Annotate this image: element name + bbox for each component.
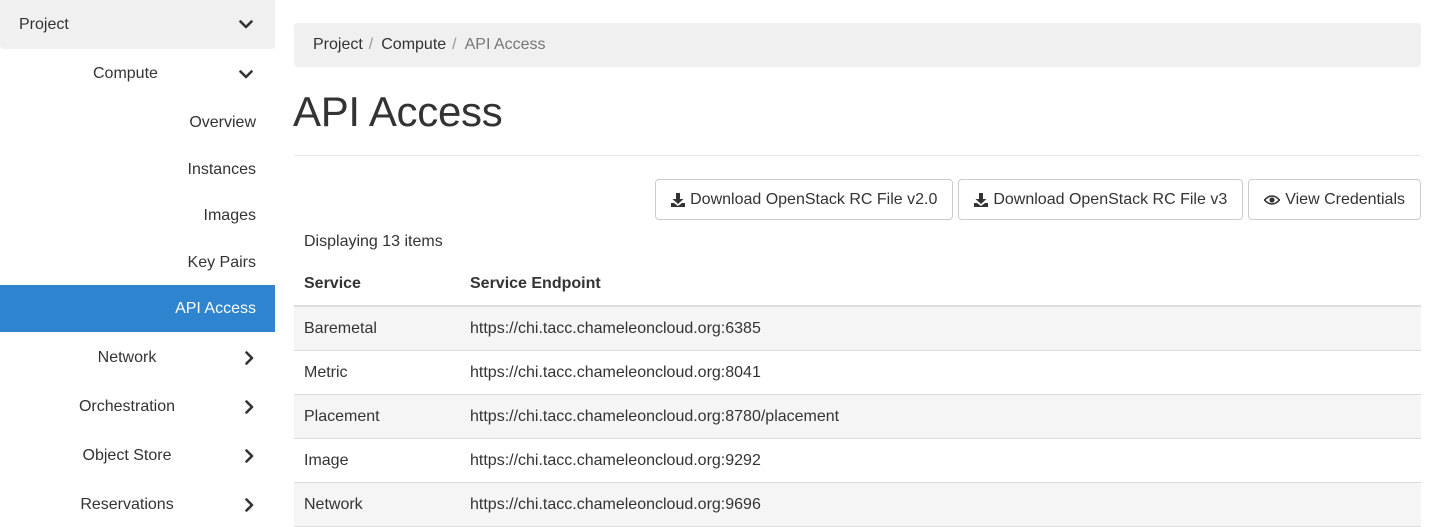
sidebar-item-orchestration[interactable]: Orchestration xyxy=(0,382,275,431)
table-row: Network https://chi.tacc.chameleoncloud.… xyxy=(294,483,1421,527)
sidebar-item-compute[interactable]: Compute xyxy=(0,49,275,99)
service-cell: Network xyxy=(304,495,363,513)
page-title: API Access xyxy=(293,88,503,135)
button-label: Download OpenStack RC File v3 xyxy=(993,190,1228,208)
endpoints-table: Service Service Endpoint Baremetal https… xyxy=(294,263,1421,527)
sidebar: Project Compute Overview Instances Image… xyxy=(0,0,275,527)
endpoint-cell: https://chi.tacc.chameleoncloud.org:9696 xyxy=(470,495,761,513)
chevron-right-icon xyxy=(241,350,257,366)
column-header-endpoint: Service Endpoint xyxy=(470,275,601,292)
sidebar-item-instances[interactable]: Instances xyxy=(0,146,275,193)
service-cell: Metric xyxy=(304,363,348,381)
eye-icon xyxy=(1264,194,1281,206)
table-row: Baremetal https://chi.tacc.chameleonclou… xyxy=(294,307,1421,351)
service-cell: Placement xyxy=(304,407,380,425)
sidebar-item-key-pairs[interactable]: Key Pairs xyxy=(0,239,275,286)
service-cell: Image xyxy=(304,451,349,469)
endpoint-cell: https://chi.tacc.chameleoncloud.org:6385 xyxy=(470,319,761,337)
button-label: View Credentials xyxy=(1285,190,1405,208)
sidebar-item-label: Compute xyxy=(93,65,158,82)
download-icon xyxy=(671,192,686,207)
sidebar-item-label: Orchestration xyxy=(78,397,176,415)
sidebar-item-label: Images xyxy=(203,206,256,224)
chevron-right-icon xyxy=(241,399,257,415)
sidebar-item-label: Object Store xyxy=(82,446,172,464)
breadcrumb-item-project[interactable]: Project xyxy=(313,36,363,54)
view-credentials-button[interactable]: View Credentials xyxy=(1248,179,1421,220)
sidebar-item-label: Key Pairs xyxy=(187,253,256,271)
table-row: Image https://chi.tacc.chameleoncloud.or… xyxy=(294,439,1421,483)
sidebar-item-images[interactable]: Images xyxy=(0,192,275,239)
sidebar-item-api-access[interactable]: API Access xyxy=(0,285,275,332)
sidebar-item-label: Instances xyxy=(187,160,256,178)
sidebar-item-overview[interactable]: Overview xyxy=(0,99,275,146)
table-row: Placement https://chi.tacc.chameleonclou… xyxy=(294,395,1421,439)
download-rc-v2-button[interactable]: Download OpenStack RC File v2.0 xyxy=(655,179,954,220)
main-content: Project / Compute / API Access API Acces… xyxy=(293,0,1421,527)
table-row: Metric https://chi.tacc.chameleoncloud.o… xyxy=(294,351,1421,395)
sidebar-item-label: Overview xyxy=(189,113,256,131)
breadcrumb-separator: / xyxy=(368,36,374,53)
button-label: Download OpenStack RC File v2.0 xyxy=(690,190,938,208)
breadcrumb-item-current: API Access xyxy=(464,36,546,53)
table-header: Service Service Endpoint xyxy=(294,263,1421,307)
endpoint-cell: https://chi.tacc.chameleoncloud.org:8780… xyxy=(470,407,840,425)
item-count: Displaying 13 items xyxy=(304,233,443,250)
sidebar-item-label: Network xyxy=(97,348,157,366)
column-header-service: Service xyxy=(304,275,361,292)
table-actions: Download OpenStack RC File v2.0 Download… xyxy=(655,179,1421,220)
chevron-right-icon xyxy=(241,497,257,513)
breadcrumb: Project / Compute / API Access xyxy=(294,23,1421,67)
chevron-right-icon xyxy=(241,448,257,464)
service-cell: Baremetal xyxy=(304,319,377,337)
download-icon xyxy=(974,192,989,207)
sidebar-item-project[interactable]: Project xyxy=(0,0,275,49)
endpoint-cell: https://chi.tacc.chameleoncloud.org:8041 xyxy=(470,363,761,381)
endpoint-cell: https://chi.tacc.chameleoncloud.org:9292 xyxy=(470,451,761,469)
sidebar-item-object-store[interactable]: Object Store xyxy=(0,431,275,480)
sidebar-item-label: Project xyxy=(19,15,69,33)
chevron-down-icon xyxy=(238,17,254,33)
download-rc-v3-button[interactable]: Download OpenStack RC File v3 xyxy=(958,179,1244,220)
sidebar-item-network[interactable]: Network xyxy=(0,333,275,382)
divider xyxy=(294,155,1421,156)
breadcrumb-item-compute[interactable]: Compute xyxy=(381,36,446,54)
sidebar-item-reservations[interactable]: Reservations xyxy=(0,480,275,527)
breadcrumb-separator: / xyxy=(452,36,457,53)
chevron-down-icon xyxy=(238,66,254,82)
sidebar-item-label: API Access xyxy=(175,299,256,317)
sidebar-item-label: Reservations xyxy=(80,495,174,513)
